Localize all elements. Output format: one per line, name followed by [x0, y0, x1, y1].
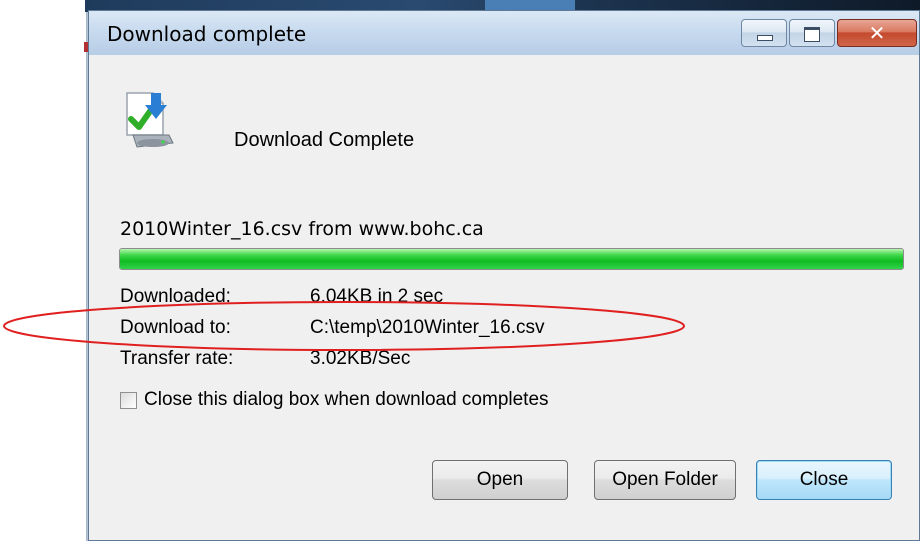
detail-value: 3.02KB/Sec	[310, 348, 411, 369]
status-heading: Download Complete	[234, 129, 415, 151]
detail-value: C:\temp\2010Winter_16.csv	[310, 317, 545, 338]
progress-fill	[120, 249, 903, 269]
maximize-button[interactable]	[789, 19, 835, 47]
title-bar[interactable]: Download complete ✕	[89, 11, 919, 55]
detail-value: 6.04KB in 2 sec	[310, 286, 444, 307]
open-button[interactable]: Open	[432, 460, 568, 500]
detail-label: Transfer rate:	[120, 348, 234, 369]
download-complete-dialog: Download complete ✕ Download Complete 20…	[88, 10, 920, 541]
minimize-button[interactable]	[741, 19, 787, 47]
download-source: 2010Winter_16.csv from www.bohc.ca	[120, 218, 484, 240]
minimize-icon	[757, 35, 773, 41]
close-window-button[interactable]: ✕	[837, 19, 917, 47]
download-complete-icon	[126, 92, 174, 148]
window-title: Download complete	[107, 22, 307, 46]
close-when-complete-checkbox[interactable]	[120, 392, 137, 409]
maximize-icon	[804, 27, 820, 42]
detail-label: Download to:	[120, 317, 231, 338]
checkbox-label[interactable]: Close this dialog box when download comp…	[144, 389, 549, 411]
close-icon: ✕	[868, 21, 886, 45]
close-button[interactable]: Close	[756, 460, 892, 500]
download-progress-bar	[119, 248, 904, 270]
open-folder-button[interactable]: Open Folder	[594, 460, 736, 500]
dialog-body: Download Complete 2010Winter_16.csv from…	[89, 55, 919, 540]
detail-label: Downloaded:	[120, 286, 231, 307]
